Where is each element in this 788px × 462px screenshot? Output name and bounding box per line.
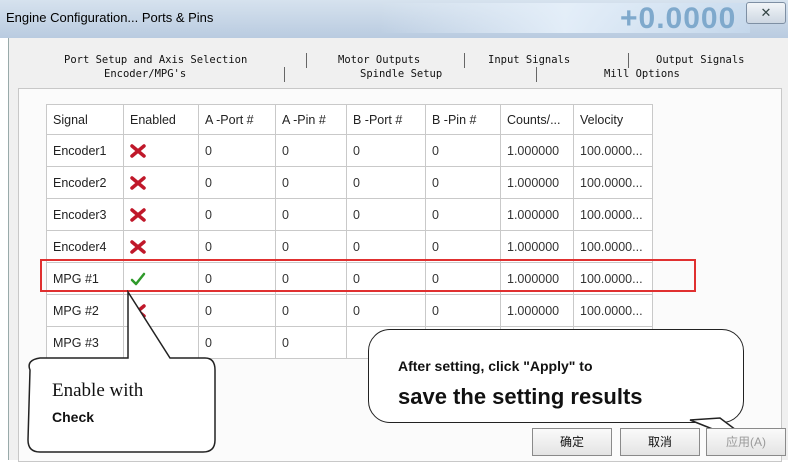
enabled-cell[interactable] [123,166,199,199]
tab-strip: Port Setup and Axis Selection Motor Outp… [44,46,784,86]
enable-callout-bubble [27,290,216,453]
tab-divider [284,67,285,82]
column-header[interactable]: A -Port # [198,104,276,135]
table-header-row: Signal Enabled A -Port # A -Pin # B -Por… [46,104,653,135]
red-x-icon[interactable] [130,239,146,255]
a-port-cell[interactable]: 0 [198,166,276,199]
tab-spindle-setup[interactable]: Spindle Setup [360,68,442,80]
column-header[interactable]: Enabled [123,104,199,135]
enable-callout-text: Enable with [52,380,144,401]
tab-divider [464,53,465,68]
a-pin-cell[interactable]: 0 [275,166,347,199]
ok-button[interactable]: 确定 [532,428,612,456]
red-x-icon[interactable] [130,175,146,191]
red-x-icon[interactable] [130,207,146,223]
tab-mill-options[interactable]: Mill Options [604,68,680,80]
tab-input-signals[interactable]: Input Signals [488,54,570,66]
a-pin-cell[interactable]: 0 [275,134,347,167]
enable-callout-text-bold: Check [52,409,95,425]
tab-motor-outputs[interactable]: Motor Outputs [338,54,420,66]
tab-port-setup[interactable]: Port Setup and Axis Selection [64,54,247,66]
b-pin-cell[interactable]: 0 [425,294,501,327]
tab-output-signals[interactable]: Output Signals [656,54,745,66]
tab-divider [536,67,537,82]
b-port-cell[interactable]: 0 [346,230,426,263]
enabled-cell[interactable] [123,134,199,167]
column-header[interactable]: B -Port # [346,104,426,135]
enabled-cell[interactable] [123,230,199,263]
b-port-cell[interactable]: 0 [346,198,426,231]
velocity-cell[interactable]: 100.0000... [573,166,653,199]
enabled-cell[interactable] [123,198,199,231]
apply-callout-text-large: save the setting results [398,384,643,409]
red-x-icon[interactable] [130,143,146,159]
title-bar: Engine Configuration... Ports & Pins +0.… [0,0,788,38]
a-pin-cell[interactable]: 0 [275,230,347,263]
signal-cell[interactable]: Encoder4 [46,230,124,263]
a-port-cell[interactable]: 0 [198,134,276,167]
signal-cell[interactable]: Encoder2 [46,166,124,199]
b-pin-cell[interactable]: 0 [425,230,501,263]
signal-cell[interactable]: Encoder1 [46,134,124,167]
column-header[interactable]: B -Pin # [425,104,501,135]
tab-encoder-mpg[interactable]: Encoder/MPG's [104,68,186,80]
counts-cell[interactable]: 1.000000 [500,198,574,231]
tab-divider [306,53,307,68]
table-row[interactable]: Encoder3 0 0 0 0 1.000000 100.0000... [46,198,653,231]
velocity-cell[interactable]: 100.0000... [573,198,653,231]
b-port-cell[interactable]: 0 [346,134,426,167]
title-dro-value: +0.0000 [620,2,737,35]
b-port-cell[interactable]: 0 [346,166,426,199]
close-button[interactable]: ✕ [746,2,786,24]
apply-button[interactable]: 应用(A) [706,428,786,456]
column-header[interactable]: Counts/... [500,104,574,135]
window-title: Engine Configuration... Ports & Pins [6,10,214,25]
signal-cell[interactable]: Encoder3 [46,198,124,231]
column-header[interactable]: Signal [46,104,124,135]
table-row[interactable]: Encoder1 0 0 0 0 1.000000 100.0000... [46,134,653,167]
b-port-cell[interactable]: 0 [346,294,426,327]
a-port-cell[interactable]: 0 [198,230,276,263]
b-pin-cell[interactable]: 0 [425,166,501,199]
close-icon: ✕ [760,5,772,20]
tab-divider [628,53,629,68]
column-header[interactable]: A -Pin # [275,104,347,135]
velocity-cell[interactable]: 100.0000... [573,134,653,167]
table-row[interactable]: Encoder2 0 0 0 0 1.000000 100.0000... [46,166,653,199]
b-pin-cell[interactable]: 0 [425,134,501,167]
a-pin-cell[interactable]: 0 [275,326,347,359]
a-pin-cell[interactable]: 0 [275,198,347,231]
velocity-cell[interactable]: 100.0000... [573,230,653,263]
b-pin-cell[interactable]: 0 [425,198,501,231]
counts-cell[interactable]: 1.000000 [500,166,574,199]
a-pin-cell[interactable]: 0 [275,294,347,327]
counts-cell[interactable]: 1.000000 [500,134,574,167]
column-header[interactable]: Velocity [573,104,653,135]
counts-cell[interactable]: 1.000000 [500,230,574,263]
apply-callout-text: After setting, click "Apply" to [398,358,593,374]
table-row[interactable]: Encoder4 0 0 0 0 1.000000 100.0000... [46,230,653,263]
cancel-button[interactable]: 取消 [620,428,700,456]
mpg1-highlight-box [40,259,696,292]
a-port-cell[interactable]: 0 [198,198,276,231]
counts-cell[interactable]: 1.000000 [500,294,574,327]
velocity-cell[interactable]: 100.0000... [573,294,653,327]
